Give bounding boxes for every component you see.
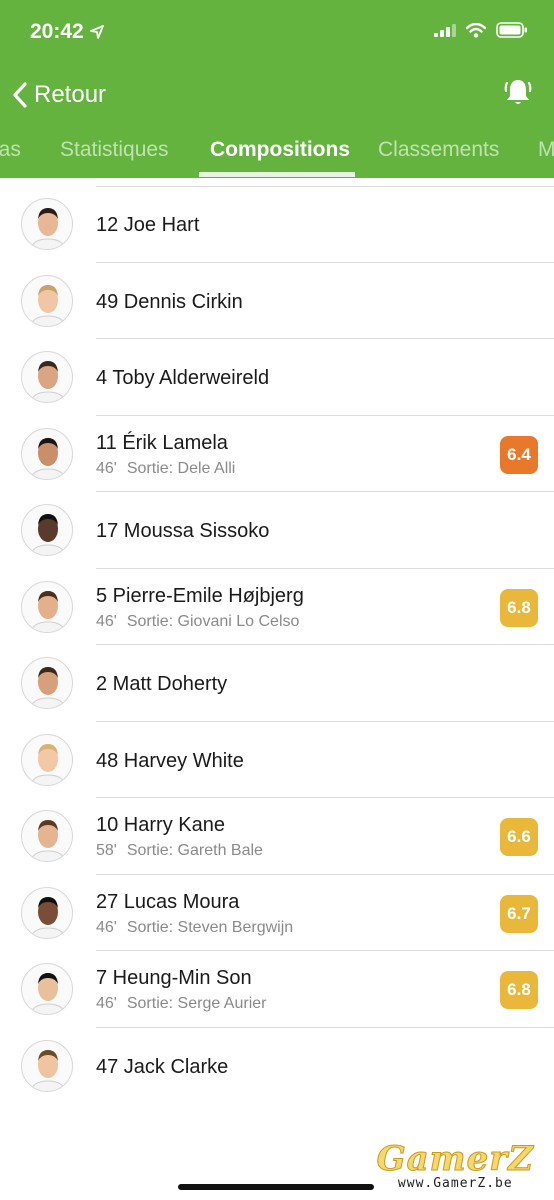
substitution-minute: 46' xyxy=(96,459,117,477)
rating-badge: 6.8 xyxy=(500,971,538,1009)
player-avatar xyxy=(21,580,73,633)
back-button[interactable]: Retour xyxy=(12,78,106,112)
back-label: Retour xyxy=(34,81,107,108)
player-name: 2 Matt Doherty xyxy=(96,673,228,695)
substitution-info: 46' Sortie: Dele Alli xyxy=(96,460,235,478)
battery-icon xyxy=(496,22,527,38)
home-indicator xyxy=(178,1184,374,1190)
substitution-minute: 46' xyxy=(96,995,117,1012)
player-list: 12 Joe Hart 49 Dennis Cirkin 4 Toby Alderw… xyxy=(0,186,554,1104)
substitution-minute: 58' xyxy=(96,842,117,859)
tab-bar: ias Statistiques Compositions Classement… xyxy=(0,128,554,178)
watermark: GamerZ www.GamerZ.be xyxy=(376,1139,534,1192)
player-avatar xyxy=(21,657,73,709)
player-name: 47 Jack Clarke xyxy=(96,1055,229,1078)
substitution-text: Sortie: Steven Bergwijn xyxy=(126,918,294,936)
tab-classements[interactable]: Classements xyxy=(378,138,499,162)
player-row[interactable]: 4 Toby Alderweireld xyxy=(0,339,554,416)
player-row[interactable]: 5 Pierre-Emile Højbjerg 46' Sortie: Giovan… xyxy=(0,569,554,645)
watermark-logo: GamerZ xyxy=(376,1139,534,1179)
substitution-text: Sortie: Serge Aurier xyxy=(126,995,267,1012)
tab-more[interactable]: M xyxy=(538,138,554,162)
player-avatar xyxy=(21,274,73,327)
player-name: 10 Harry Kane xyxy=(96,814,225,836)
active-tab-indicator xyxy=(199,172,355,177)
player-row[interactable]: 48 Harvey White xyxy=(0,722,554,798)
substitution-info: 58' Sortie: Gareth Bale xyxy=(96,842,263,860)
substitution-minute: 46' xyxy=(96,612,117,630)
player-avatar xyxy=(21,427,73,480)
location-arrow-icon xyxy=(89,25,104,39)
player-name: 49 Dennis Cirkin xyxy=(96,290,243,313)
player-avatar xyxy=(21,504,73,556)
rating-badge: 6.8 xyxy=(500,588,538,627)
player-name: 17 Moussa Sissoko xyxy=(96,520,270,542)
wifi-icon xyxy=(466,22,486,38)
status-icons xyxy=(434,22,528,38)
player-row[interactable]: 12 Joe Hart xyxy=(0,186,554,263)
substitution-text: Sortie: Dele Alli xyxy=(126,459,236,477)
substitution-info: 46' Sortie: Steven Bergwijn xyxy=(96,919,293,937)
tab-medias[interactable]: ias xyxy=(0,138,21,162)
bell-alert-icon xyxy=(504,80,532,104)
player-row[interactable]: 17 Moussa Sissoko xyxy=(0,492,554,569)
rating-badge: 6.4 xyxy=(500,435,538,474)
player-row[interactable]: 49 Dennis Cirkin xyxy=(0,263,554,339)
substitution-text: Sortie: Giovani Lo Celso xyxy=(126,612,300,630)
player-avatar xyxy=(21,886,73,939)
substitution-info: 46' Sortie: Serge Aurier xyxy=(96,995,266,1013)
player-avatar xyxy=(21,810,73,862)
player-name: 11 Érik Lamela xyxy=(96,431,228,454)
player-avatar xyxy=(21,1039,73,1092)
tab-compositions[interactable]: Compositions xyxy=(210,138,350,162)
player-name: 27 Lucas Moura xyxy=(96,890,240,913)
player-row[interactable]: 10 Harry Kane 58' Sortie: Gareth Bale 6.6 xyxy=(0,798,554,875)
signal-icon xyxy=(434,24,456,37)
player-name: 7 Heung-Min Son xyxy=(96,967,252,989)
player-name: 48 Harvey White xyxy=(96,749,244,772)
substitution-text: Sortie: Gareth Bale xyxy=(126,842,263,859)
chevron-left-icon xyxy=(13,82,27,108)
player-row[interactable]: 11 Érik Lamela 46' Sortie: Dele Alli 6.4 xyxy=(0,416,554,492)
time-label: 20:42 xyxy=(30,20,84,43)
player-avatar xyxy=(21,198,73,250)
top-bar: 20:42 Retour as Statistiques Composition… xyxy=(0,0,554,178)
notification-button[interactable] xyxy=(502,76,534,113)
player-row[interactable]: 47 Jack Clarke xyxy=(0,1028,554,1105)
player-row[interactable]: 2 Matt Doherty xyxy=(0,645,554,722)
substitution-minute: 46' xyxy=(96,918,117,936)
status-bar-time: 20:42 xyxy=(30,20,104,44)
tab-statistiques[interactable]: Statistiques xyxy=(60,138,169,162)
rating-badge: 6.7 xyxy=(500,894,538,933)
player-avatar xyxy=(21,963,73,1015)
player-name: 4 Toby Alderweireld xyxy=(96,367,270,389)
substitution-info: 46' Sortie: Giovani Lo Celso xyxy=(96,613,299,631)
watermark-url: www.GamerZ.be xyxy=(397,1176,513,1191)
player-name: 5 Pierre-Emile Højbjerg xyxy=(96,584,304,607)
player-name: 12 Joe Hart xyxy=(96,214,200,236)
rating-badge: 6.6 xyxy=(500,818,538,856)
player-avatar xyxy=(21,733,73,786)
player-avatar xyxy=(21,351,73,403)
player-row[interactable]: 7 Heung-Min Son 46' Sortie: Serge Aurier 6.… xyxy=(0,951,554,1028)
player-row[interactable]: 27 Lucas Moura 46' Sortie: Steven Bergwijn… xyxy=(0,875,554,951)
